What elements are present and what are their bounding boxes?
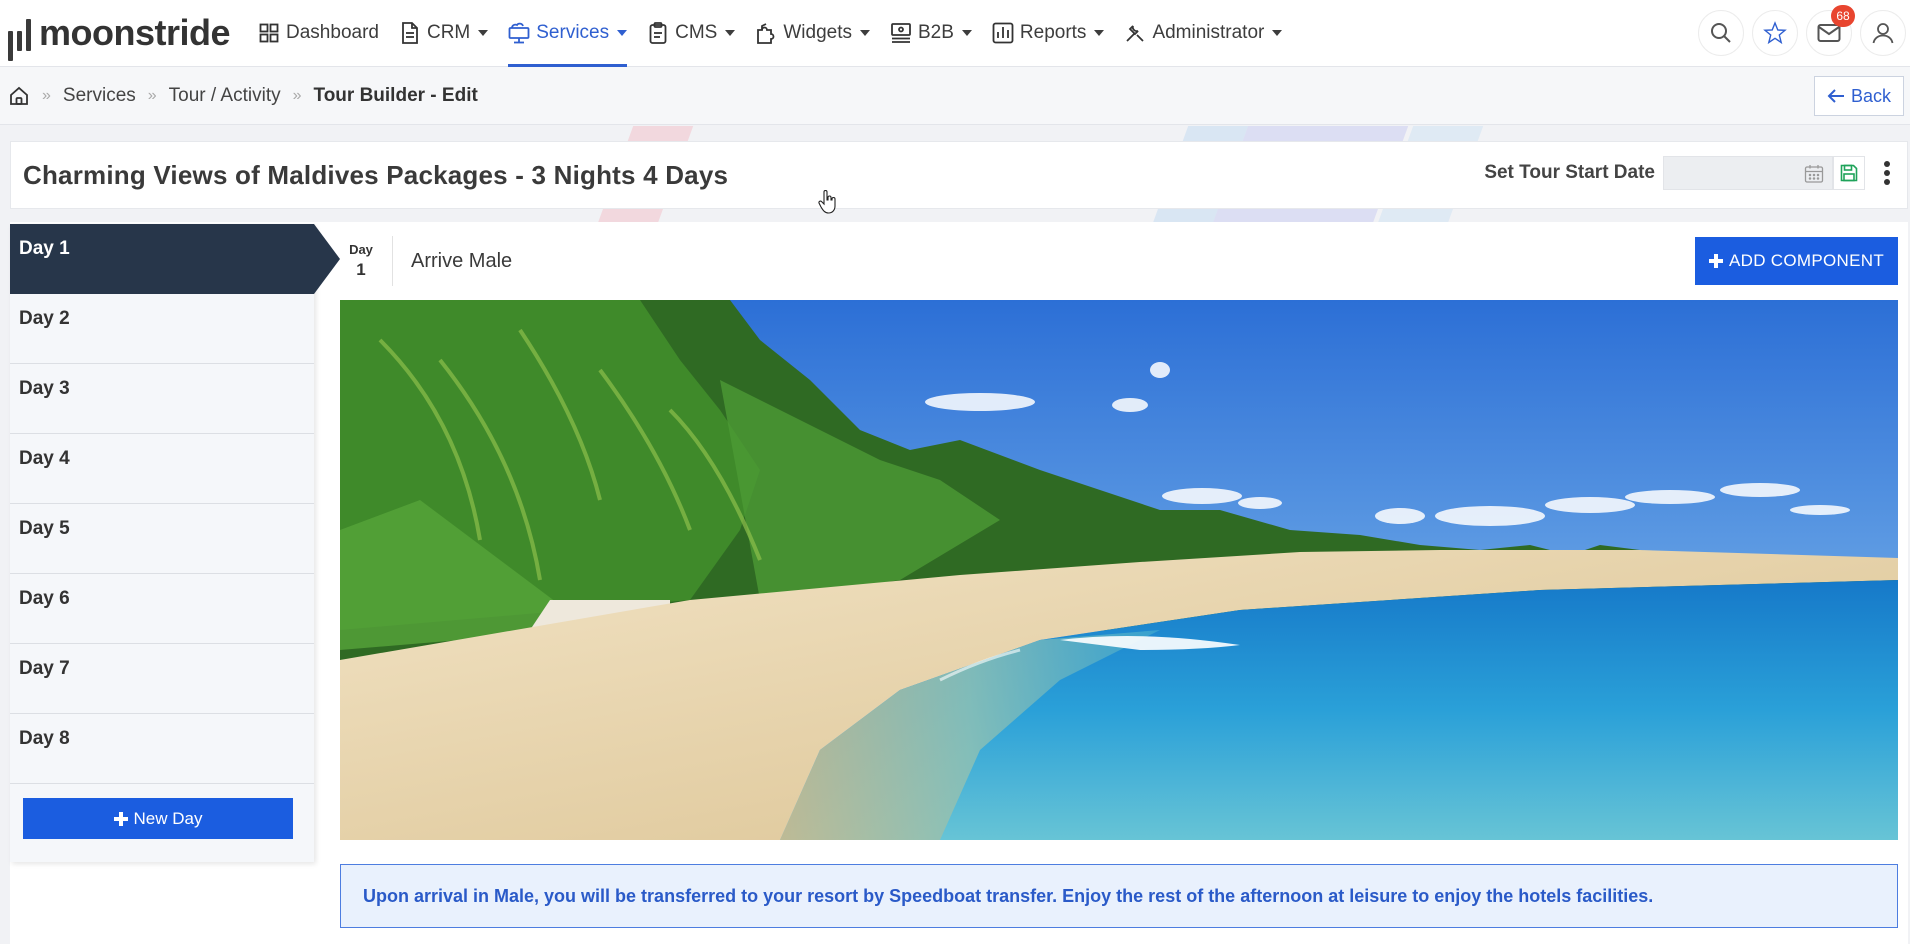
plus-icon: [113, 811, 128, 826]
main-menu: Dashboard CRM Services CMS Widgets B2B R…: [248, 0, 1292, 67]
user-profile-button[interactable]: [1860, 10, 1906, 56]
search-button[interactable]: [1698, 10, 1744, 56]
chevron-down-icon: [617, 30, 628, 36]
day-title[interactable]: Arrive Male: [411, 250, 512, 273]
clipboard-icon: [647, 22, 669, 44]
save-icon: [1840, 164, 1858, 182]
back-label: Back: [1850, 85, 1891, 106]
nav-administrator[interactable]: Administrator: [1114, 0, 1292, 67]
day-badge-label: Day: [349, 242, 373, 257]
chevron-down-icon: [961, 30, 972, 36]
nav-dashboard[interactable]: Dashboard: [248, 0, 389, 67]
chevron-down-icon: [725, 30, 736, 36]
nav-cms[interactable]: CMS: [637, 0, 745, 67]
grid-icon: [258, 22, 280, 44]
day-tab-3[interactable]: Day 3: [10, 364, 314, 434]
day-tab-1[interactable]: Day 1: [10, 224, 340, 294]
breadcrumb-separator: »: [292, 86, 302, 104]
chevron-down-icon: [478, 30, 489, 36]
save-date-button[interactable]: [1833, 156, 1865, 190]
money-icon: [890, 22, 912, 44]
nav-services[interactable]: Services: [498, 0, 637, 67]
arrow-left-icon: [1827, 89, 1844, 103]
nav-b2b[interactable]: B2B: [880, 0, 982, 67]
nav-label: Administrator: [1152, 22, 1265, 43]
day-tab-4[interactable]: Day 4: [10, 434, 314, 504]
nav-reports[interactable]: Reports: [982, 0, 1115, 67]
plus-icon: [1708, 254, 1723, 268]
kebab-dot: [1884, 170, 1890, 176]
nav-label: Dashboard: [286, 22, 379, 43]
top-navbar: moonstride Dashboard CRM Services CMS Wi…: [0, 0, 1910, 67]
puzzle-icon: [755, 22, 777, 44]
document-icon: [399, 22, 421, 44]
day-tab-6[interactable]: Day 6: [10, 574, 314, 644]
tour-title-bar: Charming Views of Maldives Packages - 3 …: [10, 141, 1908, 209]
chevron-down-icon: [1094, 30, 1105, 36]
messages-button[interactable]: 68: [1806, 5, 1855, 56]
nav-crm[interactable]: CRM: [389, 0, 498, 67]
hand-pointer-icon: [818, 190, 836, 214]
tour-builder-panel: Day 1 Day 2 Day 3 Day 4 Day 5 Day 6 Day …: [10, 222, 1908, 944]
new-day-container: New Day: [10, 784, 314, 862]
nav-label: B2B: [917, 22, 954, 43]
chevron-down-icon: [1272, 30, 1283, 36]
favorites-button[interactable]: [1752, 10, 1798, 56]
kebab-dot: [1884, 179, 1890, 185]
day-number-badge: Day 1: [340, 242, 382, 280]
nav-label: CRM: [426, 22, 471, 43]
nav-label: Reports: [1019, 22, 1087, 43]
divider: [392, 236, 393, 286]
new-day-button[interactable]: New Day: [23, 798, 293, 839]
nav-label: Widgets: [783, 22, 852, 43]
beach-image: [340, 300, 1898, 840]
back-button[interactable]: Back: [1813, 76, 1904, 116]
brand-name: moonstride: [39, 12, 231, 53]
day-badge-number: 1: [356, 260, 366, 279]
breadcrumb-current: Tour Builder - Edit: [313, 84, 478, 106]
day-tab-8[interactable]: Day 8: [10, 714, 314, 784]
breadcrumb-separator: »: [42, 86, 51, 104]
mail-count-badge: 68: [1831, 5, 1855, 27]
day-description[interactable]: Upon arrival in Male, you will be transf…: [340, 864, 1898, 928]
user-icon: [1872, 23, 1894, 44]
day-tab-5[interactable]: Day 5: [10, 504, 314, 574]
star-icon: [1763, 21, 1787, 45]
add-component-button[interactable]: ADD COMPONENT: [1694, 237, 1898, 285]
nav-label: CMS: [675, 22, 718, 43]
tour-start-date: Set Tour Start Date: [1484, 156, 1899, 190]
day-header: Day 1 Arrive Male: [340, 234, 512, 288]
start-date-label: Set Tour Start Date: [1484, 162, 1655, 183]
add-component-label: ADD COMPONENT: [1728, 251, 1884, 270]
header-actions: 68: [1698, 5, 1906, 56]
kebab-dot: [1884, 161, 1890, 167]
logo-icon: [8, 11, 31, 61]
mouse-cursor: [818, 190, 838, 219]
chevron-down-icon: [859, 30, 870, 36]
more-options-menu[interactable]: [1875, 156, 1899, 190]
start-date-input[interactable]: [1663, 156, 1833, 190]
nav-widgets[interactable]: Widgets: [745, 0, 880, 67]
calendar-icon[interactable]: [1804, 164, 1824, 184]
day-tab-2[interactable]: Day 2: [10, 294, 314, 364]
day-tab-7[interactable]: Day 7: [10, 644, 314, 714]
bar-chart-icon: [992, 22, 1014, 44]
page-title: Charming Views of Maldives Packages - 3 …: [23, 159, 729, 190]
new-day-label: New Day: [133, 808, 203, 828]
tools-icon: [1124, 22, 1146, 44]
breadcrumb-tour-activity[interactable]: Tour / Activity: [169, 85, 281, 107]
days-sidebar: Day 1 Day 2 Day 3 Day 4 Day 5 Day 6 Day …: [10, 224, 340, 862]
services-icon: [508, 22, 530, 44]
nav-label: Services: [536, 22, 610, 43]
moonstride-logo[interactable]: moonstride: [8, 3, 231, 63]
breadcrumb: » Services » Tour / Activity » Tour Buil…: [0, 67, 1910, 125]
breadcrumb-separator: »: [147, 86, 157, 104]
day-hero-image[interactable]: [340, 300, 1898, 840]
breadcrumb-services[interactable]: Services: [63, 85, 136, 107]
search-icon: [1711, 23, 1731, 43]
home-icon[interactable]: [8, 85, 30, 107]
